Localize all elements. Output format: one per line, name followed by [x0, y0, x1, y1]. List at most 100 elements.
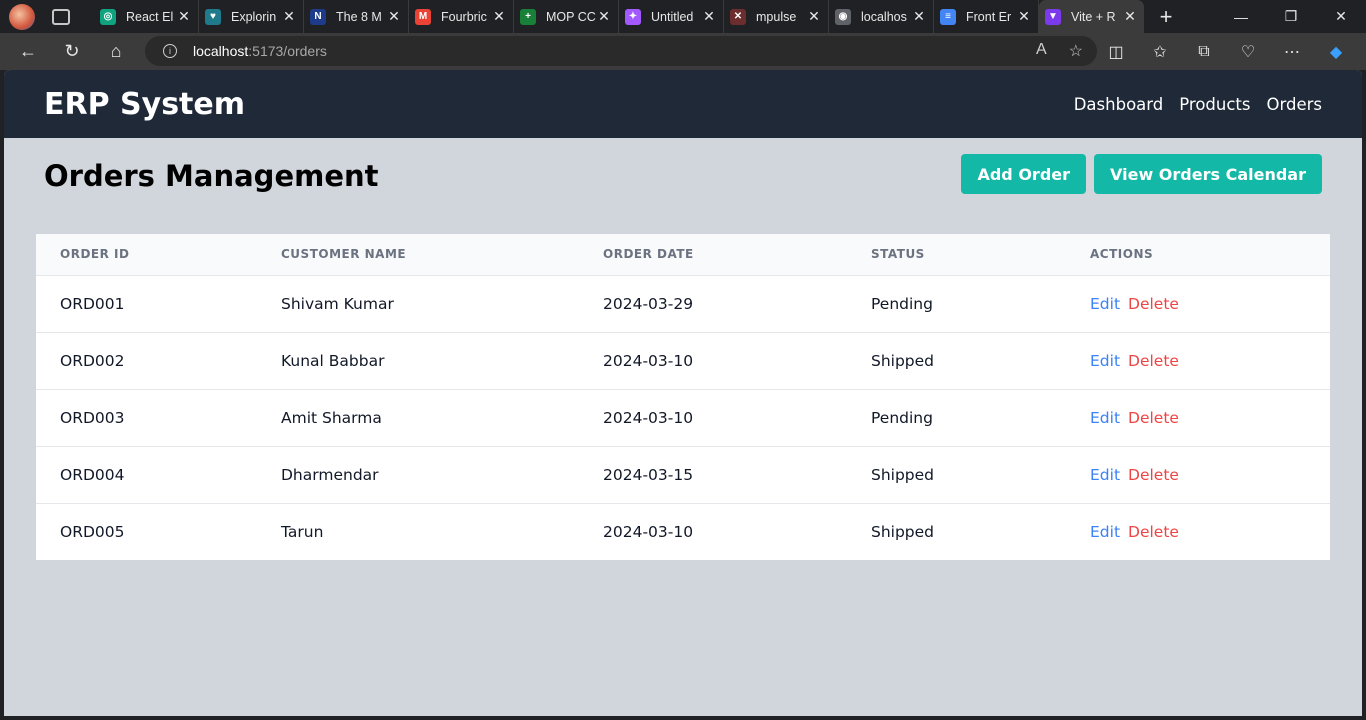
- brand-logo[interactable]: ERP System: [44, 87, 245, 122]
- toolbar-actions: ◫ ✩ ⧉ ♡ ⋯ ◆: [1094, 33, 1358, 70]
- add-order-button[interactable]: Add Order: [961, 154, 1087, 194]
- customer-name-cell: Shivam Kumar: [257, 275, 579, 333]
- close-window-icon[interactable]: ✕: [1316, 0, 1366, 33]
- tab-favicon-icon: N: [310, 8, 326, 25]
- edit-link[interactable]: Edit: [1090, 523, 1120, 541]
- edit-link[interactable]: Edit: [1090, 409, 1120, 427]
- header-order-date: ORDER DATE: [579, 234, 847, 276]
- view-calendar-button[interactable]: View Orders Calendar: [1094, 154, 1322, 194]
- tab-favicon-icon: ≡: [940, 8, 956, 25]
- browser-tab[interactable]: ✦ Untitled ✕: [619, 0, 724, 33]
- order-id-cell: ORD003: [36, 389, 257, 447]
- browser-tab[interactable]: ✕ mpulse ✕: [724, 0, 829, 33]
- order-id-cell: ORD002: [36, 332, 257, 390]
- browser-tab[interactable]: N The 8 M ✕: [304, 0, 409, 33]
- profile-avatar[interactable]: [9, 3, 35, 30]
- status-cell: Shipped: [871, 522, 935, 541]
- nav-dashboard[interactable]: Dashboard: [1074, 95, 1164, 114]
- delete-link[interactable]: Delete: [1128, 409, 1179, 427]
- collections-icon[interactable]: ⧉: [1182, 43, 1226, 61]
- split-screen-icon[interactable]: ◫: [1094, 42, 1138, 62]
- delete-link[interactable]: Delete: [1128, 295, 1179, 313]
- tab-close-icon[interactable]: ✕: [491, 8, 507, 25]
- order-id-cell: ORD004: [36, 446, 257, 504]
- browser-tab[interactable]: ◎ React El ✕: [94, 0, 199, 33]
- status-cell: Shipped: [847, 332, 1066, 390]
- customer-name-cell: Dharmendar: [257, 446, 579, 504]
- refresh-icon[interactable]: ↻: [50, 33, 94, 70]
- edit-link[interactable]: Edit: [1090, 352, 1120, 370]
- header-order-id: ORDER ID: [36, 234, 257, 276]
- restore-icon[interactable]: ❐: [1266, 0, 1316, 33]
- minimize-icon[interactable]: —: [1216, 0, 1266, 33]
- copilot-icon[interactable]: ◆: [1314, 42, 1358, 62]
- nav-orders[interactable]: Orders: [1267, 95, 1323, 114]
- tab-title: MOP CC: [546, 9, 596, 24]
- order-date-cell: 2024-03-29: [579, 275, 847, 333]
- tab-title: Explorin: [231, 9, 277, 24]
- tab-close-icon[interactable]: ✕: [386, 8, 402, 25]
- nav-links: Dashboard Products Orders: [1074, 95, 1322, 114]
- table-row: ORD001 Shivam Kumar 2024-03-29 Pending Edit D…: [36, 275, 1330, 333]
- tab-close-icon[interactable]: ✕: [1016, 8, 1032, 25]
- read-aloud-icon[interactable]: A: [1036, 41, 1047, 61]
- tab-title: React El: [126, 9, 174, 24]
- tab-close-icon[interactable]: ✕: [281, 8, 297, 25]
- orders-table: ORDER ID CUSTOMER NAME ORDER DATE STATUS…: [36, 234, 1330, 560]
- edit-link[interactable]: Edit: [1090, 466, 1120, 484]
- tab-title: The 8 M: [336, 9, 382, 24]
- header-actions: Add Order View Orders Calendar: [961, 154, 1322, 194]
- page-title: Orders Management: [44, 159, 379, 193]
- favorites-icon[interactable]: ✩: [1138, 42, 1182, 62]
- more-icon[interactable]: ⋯: [1270, 42, 1314, 62]
- tab-favicon-icon: ✦: [625, 8, 641, 25]
- browser-tab[interactable]: M Fourbric ✕: [409, 0, 514, 33]
- new-tab-icon[interactable]: +: [1150, 4, 1182, 30]
- order-date-cell: 2024-03-10: [603, 522, 694, 541]
- delete-link[interactable]: Delete: [1128, 466, 1179, 484]
- header-actions: ACTIONS: [1066, 234, 1330, 276]
- status-cell: Pending: [847, 275, 1066, 333]
- browser-tab[interactable]: ♥ Explorin ✕: [199, 0, 304, 33]
- browser-toolbar: ← ↻ ⌂ i localhost:5173/orders A ☆ ◫ ✩ ⧉ …: [0, 33, 1366, 70]
- status-cell: Pending: [847, 389, 1066, 447]
- nav-products[interactable]: Products: [1179, 95, 1250, 114]
- tab-favicon-icon: ◎: [100, 8, 116, 25]
- url-text[interactable]: localhost:5173/orders: [193, 43, 327, 59]
- delete-link[interactable]: Delete: [1128, 352, 1179, 370]
- address-bar[interactable]: i localhost:5173/orders A ☆: [145, 36, 1097, 66]
- browser-tab[interactable]: ≡ Front Er ✕: [934, 0, 1039, 33]
- table-row: ORD005 Tarun 2024-03-10 Shipped Edit Delete: [36, 503, 1330, 560]
- favorite-star-icon[interactable]: ☆: [1069, 41, 1083, 61]
- edit-link[interactable]: Edit: [1090, 295, 1120, 313]
- tab-favicon-icon: ▼: [1045, 8, 1061, 25]
- tab-close-icon[interactable]: ✕: [911, 8, 927, 25]
- actions-cell: Edit Delete: [1066, 275, 1330, 333]
- tab-close-icon[interactable]: ✕: [806, 8, 822, 25]
- tab-title: mpulse: [756, 9, 797, 24]
- actions-cell: Edit Delete: [1066, 332, 1330, 390]
- table-row: ORD002 Kunal Babbar 2024-03-10 Shipped Edit D…: [36, 332, 1330, 390]
- table-header-row: ORDER ID CUSTOMER NAME ORDER DATE STATUS…: [36, 234, 1330, 276]
- tab-close-icon[interactable]: ✕: [176, 8, 192, 25]
- browser-tab[interactable]: ◉ localhos ✕: [829, 0, 934, 33]
- workspaces-icon[interactable]: [52, 8, 70, 25]
- tab-favicon-icon: ♥: [205, 8, 221, 25]
- actions-cell: Edit Delete: [1066, 446, 1330, 504]
- header-customer-name: CUSTOMER NAME: [257, 234, 579, 276]
- delete-link[interactable]: Delete: [1128, 523, 1179, 541]
- browser-tab[interactable]: ▼ Vite + R ✕: [1039, 0, 1144, 33]
- order-id-cell: ORD001: [36, 275, 257, 333]
- site-info-icon[interactable]: i: [163, 44, 177, 58]
- tab-close-icon[interactable]: ✕: [596, 8, 612, 25]
- table-row: ORD003 Amit Sharma 2024-03-10 Pending Edit De…: [36, 389, 1330, 447]
- customer-name-cell: Kunal Babbar: [257, 332, 579, 390]
- window-controls: — ❐ ✕: [1216, 0, 1366, 33]
- home-icon[interactable]: ⌂: [94, 33, 138, 70]
- tab-close-icon[interactable]: ✕: [1122, 8, 1138, 25]
- tab-close-icon[interactable]: ✕: [701, 8, 717, 25]
- page-header: Orders Management Add Order View Orders …: [4, 138, 1362, 234]
- back-icon[interactable]: ←: [6, 33, 50, 70]
- browser-tab[interactable]: + MOP CC ✕: [514, 0, 619, 33]
- performance-icon[interactable]: ♡: [1226, 42, 1270, 62]
